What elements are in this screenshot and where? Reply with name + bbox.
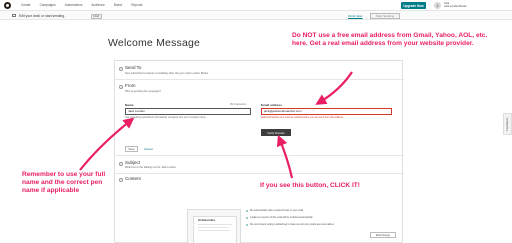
arrow-to-email-field [315,71,353,105]
annotation-arrows [79,71,353,179]
arrow-to-name-field [79,117,135,171]
arrow-to-verify-button [276,134,294,179]
